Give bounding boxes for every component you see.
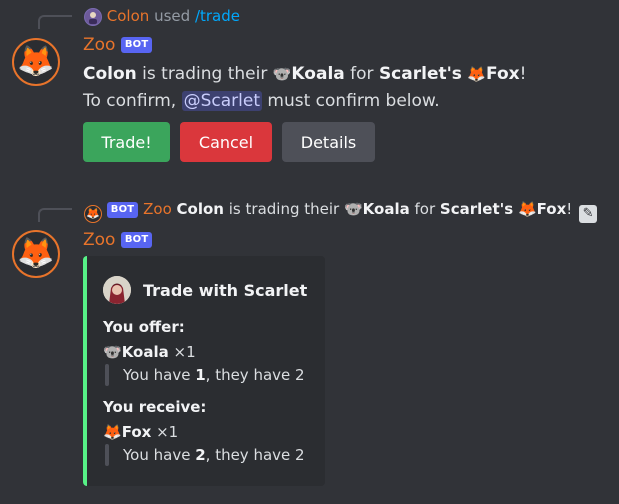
reply-used-text: used <box>154 7 191 25</box>
target-item-name: Fox <box>486 64 520 84</box>
embed-title: Trade with Scarlet <box>143 281 308 300</box>
message-line-1: Colon is trading their 🐨Koala for Scarle… <box>83 64 527 84</box>
bot-avatar[interactable]: 🦊 <box>12 38 60 86</box>
offer-have-text: You have 1, they have 2 <box>123 366 305 384</box>
reply-connector <box>38 208 72 222</box>
trader-name: Colon <box>83 64 137 84</box>
offer-item-name: Koala <box>291 64 345 84</box>
message-line-2: To confirm, @Scarlet must confirm below. <box>83 91 440 111</box>
fox-icon: 🦊 <box>467 65 487 83</box>
fox-icon: 🦊 <box>17 236 55 271</box>
edit-icon: ✎ <box>579 205 598 223</box>
reply-author-name[interactable]: Zoo <box>143 200 172 218</box>
fox-icon: 🦊 <box>103 423 122 441</box>
bot-tag: BOT <box>120 232 153 248</box>
koala-icon: 🐨 <box>343 200 363 218</box>
receive-item: 🦊Fox ×1 <box>103 423 179 441</box>
koala-icon: 🐨 <box>103 343 122 361</box>
fox-icon: 🦊 <box>17 44 55 79</box>
bot-avatar[interactable]: 🦊 <box>12 230 60 278</box>
offer-item: 🐨Koala ×1 <box>103 343 196 361</box>
cancel-button[interactable]: Cancel <box>180 122 272 162</box>
reply-preview[interactable]: 🦊 BOT Zoo Colon is trading their 🐨Koala … <box>84 199 598 223</box>
reply-username[interactable]: Colon <box>107 7 150 25</box>
user-avatar-small <box>84 8 102 26</box>
author-name[interactable]: Zoo <box>83 35 115 55</box>
quote-bar <box>105 364 109 386</box>
message-header: Zoo BOT <box>83 229 153 251</box>
bot-tag: BOT <box>120 37 153 53</box>
author-name[interactable]: Zoo <box>83 230 115 250</box>
embed-author-avatar <box>103 276 131 304</box>
user-mention[interactable]: @Scarlet <box>181 91 262 111</box>
trade-button[interactable]: Trade! <box>83 122 170 162</box>
fox-icon: 🦊 <box>517 200 537 218</box>
details-button[interactable]: Details <box>282 122 375 162</box>
fox-icon: 🦊 <box>86 207 100 220</box>
target-name: Scarlet's <box>378 64 462 84</box>
slash-command-link[interactable]: /trade <box>195 7 240 25</box>
offer-heading: You offer: <box>103 318 185 336</box>
koala-icon: 🐨 <box>272 65 292 83</box>
receive-have-text: You have 2, they have 2 <box>123 446 305 464</box>
receive-heading: You receive: <box>103 398 207 416</box>
bot-tag: BOT <box>106 201 139 218</box>
quote-bar <box>105 444 109 466</box>
reply-connector <box>38 15 72 29</box>
trade-embed: Trade with Scarlet You offer: 🐨Koala ×1 … <box>83 256 325 486</box>
bot-avatar-small: 🦊 <box>84 205 102 223</box>
reply-preview[interactable]: Colon used /trade <box>84 6 240 26</box>
message-header: Zoo BOT <box>83 34 153 56</box>
